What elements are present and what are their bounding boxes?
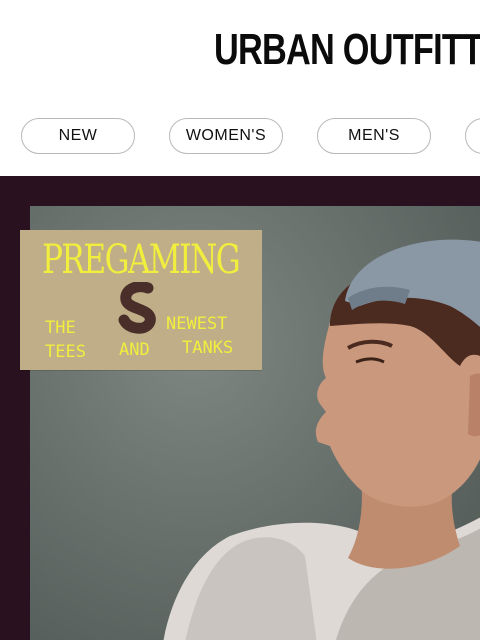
promo-word-the: THE (45, 318, 76, 338)
promo-title: PREGAMING (42, 237, 241, 283)
nav-mens-button[interactable]: MEN'S (317, 118, 431, 154)
promo-word-tees: TEES (45, 342, 86, 362)
promo-word-tanks: TANKS (182, 338, 234, 358)
promo-sticker: PREGAMING THE TEES AND NEWEST TANKS (20, 230, 262, 370)
s-logo-icon (118, 282, 156, 334)
promo-word-newest: NEWEST (166, 314, 228, 334)
nav-new-button[interactable]: NEW (21, 118, 135, 154)
category-nav: NEW WOMEN'S MEN'S (0, 118, 480, 156)
promo-word-and: AND (119, 340, 150, 360)
brand-logo[interactable]: URBAN OUTFITTERS (214, 28, 480, 72)
site-header: URBAN OUTFITTERS NEW WOMEN'S MEN'S (0, 0, 480, 176)
nav-more-button[interactable] (465, 118, 480, 154)
nav-womens-button[interactable]: WOMEN'S (169, 118, 283, 154)
